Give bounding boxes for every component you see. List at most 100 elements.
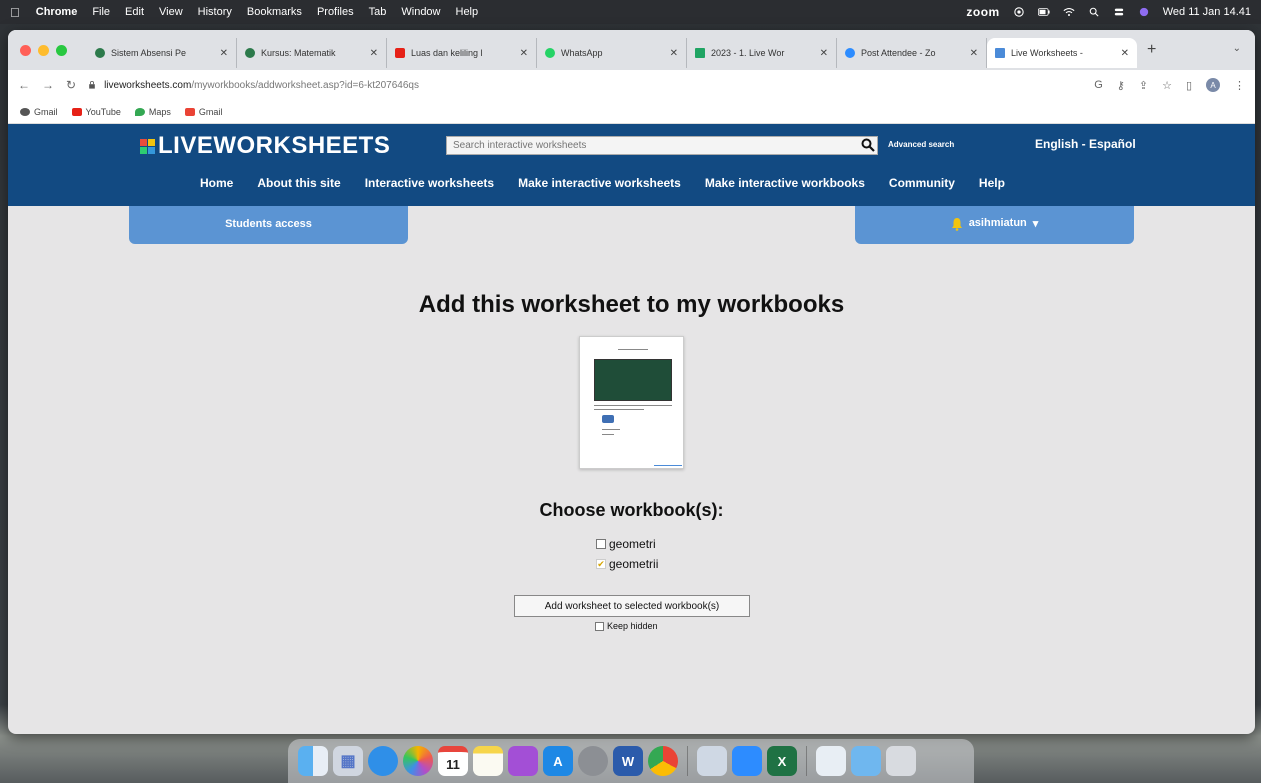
spotlight-search-icon[interactable] [1088,7,1100,17]
checkbox-unchecked[interactable] [596,539,606,549]
address-bar[interactable]: liveworksheets.com /myworkbooks/addworks… [88,73,1094,97]
bookmark-gmail-2[interactable]: Gmail [184,107,222,117]
menu-window[interactable]: Window [401,6,440,18]
close-tab-icon[interactable]: ✕ [670,48,678,59]
menu-help[interactable]: Help [456,6,479,18]
close-tab-icon[interactable]: ✕ [970,48,978,59]
zoom-app-icon[interactable] [732,746,762,776]
keep-hidden-option[interactable]: Keep hidden [595,621,658,631]
thumbnail-footer-line [654,465,682,466]
nav-make-worksheets[interactable]: Make interactive worksheets [518,176,681,190]
browser-tab[interactable]: WhatsApp ✕ [537,38,687,68]
menu-view[interactable]: View [159,6,183,18]
close-tab-icon[interactable]: ✕ [820,48,828,59]
apple-icon[interactable]:  [10,5,20,20]
browser-tab[interactable]: Sistem Absensi Pe ✕ [87,38,237,68]
browser-tab-active[interactable]: Live Worksheets - ✕ [987,38,1137,68]
bookmark-gmail[interactable]: Gmail [20,107,58,117]
nav-community[interactable]: Community [889,176,955,190]
nav-make-workbooks[interactable]: Make interactive workbooks [705,176,865,190]
close-tab-icon[interactable]: ✕ [220,48,228,59]
menu-tab[interactable]: Tab [369,6,387,18]
worksheet-thumbnail[interactable] [579,336,684,469]
menubar-datetime[interactable]: Wed 11 Jan 14.41 [1163,6,1251,18]
bell-icon[interactable] [951,217,963,231]
close-window-button[interactable] [20,44,31,56]
search-input[interactable] [446,136,878,155]
browser-tab[interactable]: Kursus: Matematik ✕ [237,38,387,68]
profile-avatar[interactable]: A [1206,78,1220,92]
safari-icon[interactable] [368,746,398,776]
checkbox-checked[interactable]: ✔ [596,559,606,569]
nav-home[interactable]: Home [200,176,233,190]
preview-icon[interactable] [697,746,727,776]
close-tab-icon[interactable]: ✕ [370,48,378,59]
back-arrow-icon[interactable]: ← [18,78,30,92]
dock-separator [687,746,688,776]
site-logo[interactable]: LIVEWORKSHEETS [140,132,390,160]
fullscreen-window-button[interactable] [56,44,67,56]
side-panel-icon[interactable]: ▯ [1186,79,1192,92]
browser-tab[interactable]: Luas dan keliling l ✕ [387,38,537,68]
bookmark-star-icon[interactable]: ☆ [1162,79,1172,92]
language-switch[interactable]: English - Español [1035,137,1136,151]
folder-icon[interactable] [851,746,881,776]
keep-hidden-checkbox[interactable] [595,621,604,631]
finder-icon[interactable] [298,746,328,776]
battery-icon[interactable] [1037,7,1050,17]
menu-file[interactable]: File [92,6,110,18]
forward-arrow-icon[interactable]: → [42,78,54,92]
menu-history[interactable]: History [198,6,232,18]
control-center-icon[interactable] [1113,7,1125,17]
podcasts-icon[interactable] [508,746,538,776]
browser-window: Sistem Absensi Pe ✕ Kursus: Matematik ✕ … [8,30,1255,734]
trash-icon[interactable] [886,746,916,776]
share-icon[interactable]: ⇪ [1139,79,1148,92]
more-menu-icon[interactable]: ⋮ [1234,79,1245,92]
app-store-icon[interactable]: A [543,746,573,776]
students-access-button[interactable]: Students access [129,206,408,244]
key-icon[interactable]: ⚷ [1117,79,1125,92]
search-icon[interactable] [860,137,876,153]
minimize-window-button[interactable] [38,44,49,56]
menu-chrome[interactable]: Chrome [36,6,78,18]
notes-icon[interactable] [473,746,503,776]
siri-icon[interactable] [1138,7,1150,17]
zoom-status[interactable]: zoom [966,5,999,19]
excel-icon[interactable]: X [767,746,797,776]
close-tab-icon[interactable]: ✕ [520,48,528,59]
url-host[interactable]: liveworksheets.com [104,80,191,91]
bookmark-maps[interactable]: Maps [134,106,171,117]
chrome-icon[interactable] [648,746,678,776]
lock-icon[interactable] [88,81,96,89]
workbook-option-geometrii[interactable]: ✔ geometrii [596,557,658,571]
word-icon[interactable]: W [613,746,643,776]
google-lens-icon[interactable]: G [1094,79,1103,91]
nav-help[interactable]: Help [979,176,1005,190]
system-preferences-icon[interactable] [578,746,608,776]
bookmark-youtube[interactable]: YouTube [71,107,121,117]
url-path[interactable]: /myworkbooks/addworksheet.asp?id=6-kt207… [191,80,419,91]
advanced-search-link[interactable]: Advanced search [888,140,954,149]
nav-about[interactable]: About this site [257,176,340,190]
browser-tab[interactable]: 2023 - 1. Live Wor ✕ [687,38,837,68]
reload-icon[interactable]: ↻ [66,78,76,92]
browser-tab[interactable]: Post Attendee - Zo ✕ [837,38,987,68]
photos-icon[interactable] [403,746,433,776]
launchpad-icon[interactable]: ▦ [333,746,363,776]
workbook-option-geometri[interactable]: geometri [596,537,656,551]
close-tab-icon[interactable]: ✕ [1121,48,1129,59]
menu-profiles[interactable]: Profiles [317,6,354,18]
downloads-icon[interactable] [816,746,846,776]
calendar-icon[interactable]: 11 [438,746,468,776]
user-menu-button[interactable]: asihmiatun ▾ [855,206,1134,244]
nav-interactive-worksheets[interactable]: Interactive worksheets [365,176,494,190]
wifi-icon[interactable] [1063,7,1075,17]
menu-edit[interactable]: Edit [125,6,144,18]
record-icon[interactable] [1013,7,1025,17]
bookmark-label: Maps [148,106,171,117]
new-tab-button[interactable]: + [1147,41,1156,59]
tab-search-chevron-icon[interactable]: ⌄ [1233,43,1241,54]
add-worksheet-button[interactable]: Add worksheet to selected workbook(s) [514,595,750,617]
menu-bookmarks[interactable]: Bookmarks [247,6,302,18]
